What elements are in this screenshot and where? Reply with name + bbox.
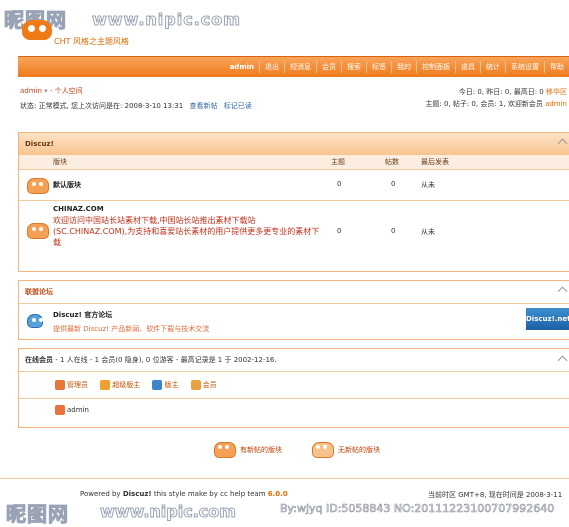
column-header-topics: 主题 <box>331 158 345 166</box>
forum-name-link[interactable]: CHINAZ.COM <box>53 205 104 213</box>
footer-divider <box>0 478 569 479</box>
watermark-url: www.nipic.com <box>100 502 237 522</box>
chevron-down-icon[interactable]: ▾ <box>44 87 48 95</box>
online-user-link[interactable]: admin <box>67 406 89 414</box>
member-role-icon <box>190 380 201 390</box>
super-moderator-role-icon <box>100 380 111 390</box>
new-posts-forum-icon <box>214 442 236 458</box>
admin-role-icon <box>55 405 65 415</box>
forum-status-icon <box>27 178 49 194</box>
online-summary-text: - 1 人在线 - 1 会员(0 隐身), 0 位游客 - 最高记录是 1 于 … <box>55 356 277 364</box>
role-member: 会员 <box>190 380 217 390</box>
nav-item-mine[interactable]: 我的 <box>391 61 416 73</box>
watermark-logo: 昵图网 <box>6 502 69 527</box>
nav-item-messages[interactable]: 短消息 <box>284 61 316 73</box>
brand-subtitle: CHT 风格之主题风格 <box>54 37 130 46</box>
nav-item-user[interactable]: admin <box>225 61 259 73</box>
collapse-icon[interactable] <box>557 286 568 297</box>
nav-item-system-settings[interactable]: 系统设置 <box>505 61 544 73</box>
nav-item-control-panel[interactable]: 控制面板 <box>416 61 455 73</box>
partner-forums-box: 联盟论坛 Discuz! 官方论坛 提供最新 Discuz! 产品新闻、软件下载… <box>18 280 569 340</box>
mark-read-link[interactable]: 标记已读 <box>224 102 252 110</box>
forum-topics-count: 0 <box>337 180 342 188</box>
nav-item-props[interactable]: 道具 <box>455 61 480 73</box>
category-title[interactable]: Discuz! <box>25 140 54 148</box>
forum-last-post: 从未 <box>421 228 435 236</box>
forum-category-box: Discuz! 版块 主题 帖数 最后发表 默认版块 0 0 从未 CHINAZ… <box>18 132 569 272</box>
brand-logo-icon[interactable] <box>22 20 52 40</box>
no-new-posts-forum-icon <box>312 442 334 458</box>
partner-forum-link[interactable]: Discuz! 官方论坛 <box>53 310 112 320</box>
category-header: Discuz! <box>19 133 569 155</box>
role-mod-label: 版主 <box>164 381 179 389</box>
forum-posts-count: 0 <box>391 227 396 235</box>
forum-name-link[interactable]: 默认版块 <box>53 180 81 190</box>
role-admin: 管理员 <box>55 380 88 390</box>
collapse-icon[interactable] <box>557 138 568 149</box>
online-users-box: 在线会员 - 1 人在线 - 1 会员(0 隐身), 0 位游客 - 最高记录是… <box>18 348 569 428</box>
nav-item-help[interactable]: 帮助 <box>544 61 569 73</box>
column-header-posts: 帖数 <box>385 158 399 166</box>
top-navbar: admin 退出 短消息 会员 搜索 标签 我的 控制面板 道具 统计 系统设置… <box>18 56 569 77</box>
legend-no-new-posts: 无新帖的版块 <box>312 442 380 458</box>
admin-role-icon <box>55 380 65 390</box>
partner-forum-row: Discuz! 官方论坛 提供最新 Discuz! 产品新闻、软件下载与技术交流… <box>19 304 569 338</box>
personal-space-link[interactable]: - 个人空间 <box>50 87 83 95</box>
role-member-label: 会员 <box>202 381 217 389</box>
role-mod: 版主 <box>152 380 178 390</box>
nav-item-search[interactable]: 搜索 <box>341 61 366 73</box>
role-super-mod: 超级版主 <box>100 380 140 390</box>
forum-status-icon <box>27 223 49 239</box>
watermark-id: By:wjyq ID:5058843 NO:201112231007079926… <box>280 502 555 516</box>
stats-today: 今日: 0, 昨日: 0, 最高日: 0 <box>458 88 544 96</box>
newest-member-link[interactable]: admin <box>545 100 567 108</box>
role-super-mod-label: 超级版主 <box>112 381 141 389</box>
collapse-icon[interactable] <box>557 355 568 366</box>
forum-table-header: 版块 主题 帖数 最后发表 <box>19 155 569 169</box>
partner-forum-description: 提供最新 Discuz! 产品新闻、软件下载与技术交流 <box>53 325 210 333</box>
discuz-logo[interactable]: Discuz!.net <box>526 308 569 330</box>
role-admin-label: 管理员 <box>67 381 88 389</box>
forum-topics-count: 0 <box>337 227 342 235</box>
legend-no-new-posts-label: 无新帖的版块 <box>338 446 380 454</box>
forum-posts-count: 0 <box>391 180 396 188</box>
legend-new-posts-label: 有新帖的版块 <box>240 446 282 454</box>
site-stats: 今日: 0, 昨日: 0, 最高日: 0 移华区 主题: 0, 帖子: 0, 会… <box>425 86 567 110</box>
watermark-top: 昵图网 www.nipic.com <box>0 0 569 33</box>
online-users-title[interactable]: 在线会员 <box>25 356 53 364</box>
user-info: admin ▾ - 个人空间 状态: 正常模式, 您上次访问是在: 2008-3… <box>20 86 252 111</box>
role-legend: 管理员 超级版主 版主 会员 <box>19 372 569 399</box>
moderator-role-icon <box>152 380 163 390</box>
view-new-posts-link[interactable]: 查看新帖 <box>189 102 217 110</box>
status-text: 状态: 正常模式, 您上次访问是在: 2008-3-10 13:31 <box>20 102 184 110</box>
stats-totals: 主题: 0, 帖子: 0, 会员: 1, 欢迎新会员 <box>425 100 543 108</box>
online-user-list: admin <box>19 399 569 415</box>
legend-new-posts: 有新帖的版块 <box>214 442 282 458</box>
column-header-last-post: 最后发表 <box>421 158 449 166</box>
online-summary: 在线会员 - 1 人在线 - 1 会员(0 隐身), 0 位游客 - 最高记录是… <box>19 349 569 372</box>
nav-item-stats[interactable]: 统计 <box>480 61 505 73</box>
watermark-url: www.nipic.com <box>92 10 241 30</box>
user-link[interactable]: admin <box>20 87 42 95</box>
partner-forum-icon <box>27 314 43 328</box>
nav-item-tags[interactable]: 标签 <box>366 61 391 73</box>
nav-item-logout[interactable]: 退出 <box>259 61 284 73</box>
column-header-forum: 版块 <box>53 158 67 166</box>
partner-forums-header: 联盟论坛 <box>19 281 569 304</box>
partner-forums-title[interactable]: 联盟论坛 <box>25 288 53 296</box>
watermark-bottom: 昵图网 www.nipic.com By:wjyq ID:5058843 NO:… <box>0 496 569 527</box>
forum-description: 欢迎访问中国站长站素材下载,中国站长站推出素材下载站(SC.CHINAZ.COM… <box>53 216 320 247</box>
nav-item-members[interactable]: 会员 <box>316 61 341 73</box>
forum-row: 默认版块 0 0 从未 <box>19 169 569 200</box>
forum-row: CHINAZ.COM 欢迎访问中国站长站素材下载,中国站长站推出素材下载站(SC… <box>19 200 569 271</box>
digest-link[interactable]: 移华区 <box>546 88 567 96</box>
forum-last-post: 从未 <box>421 181 435 189</box>
